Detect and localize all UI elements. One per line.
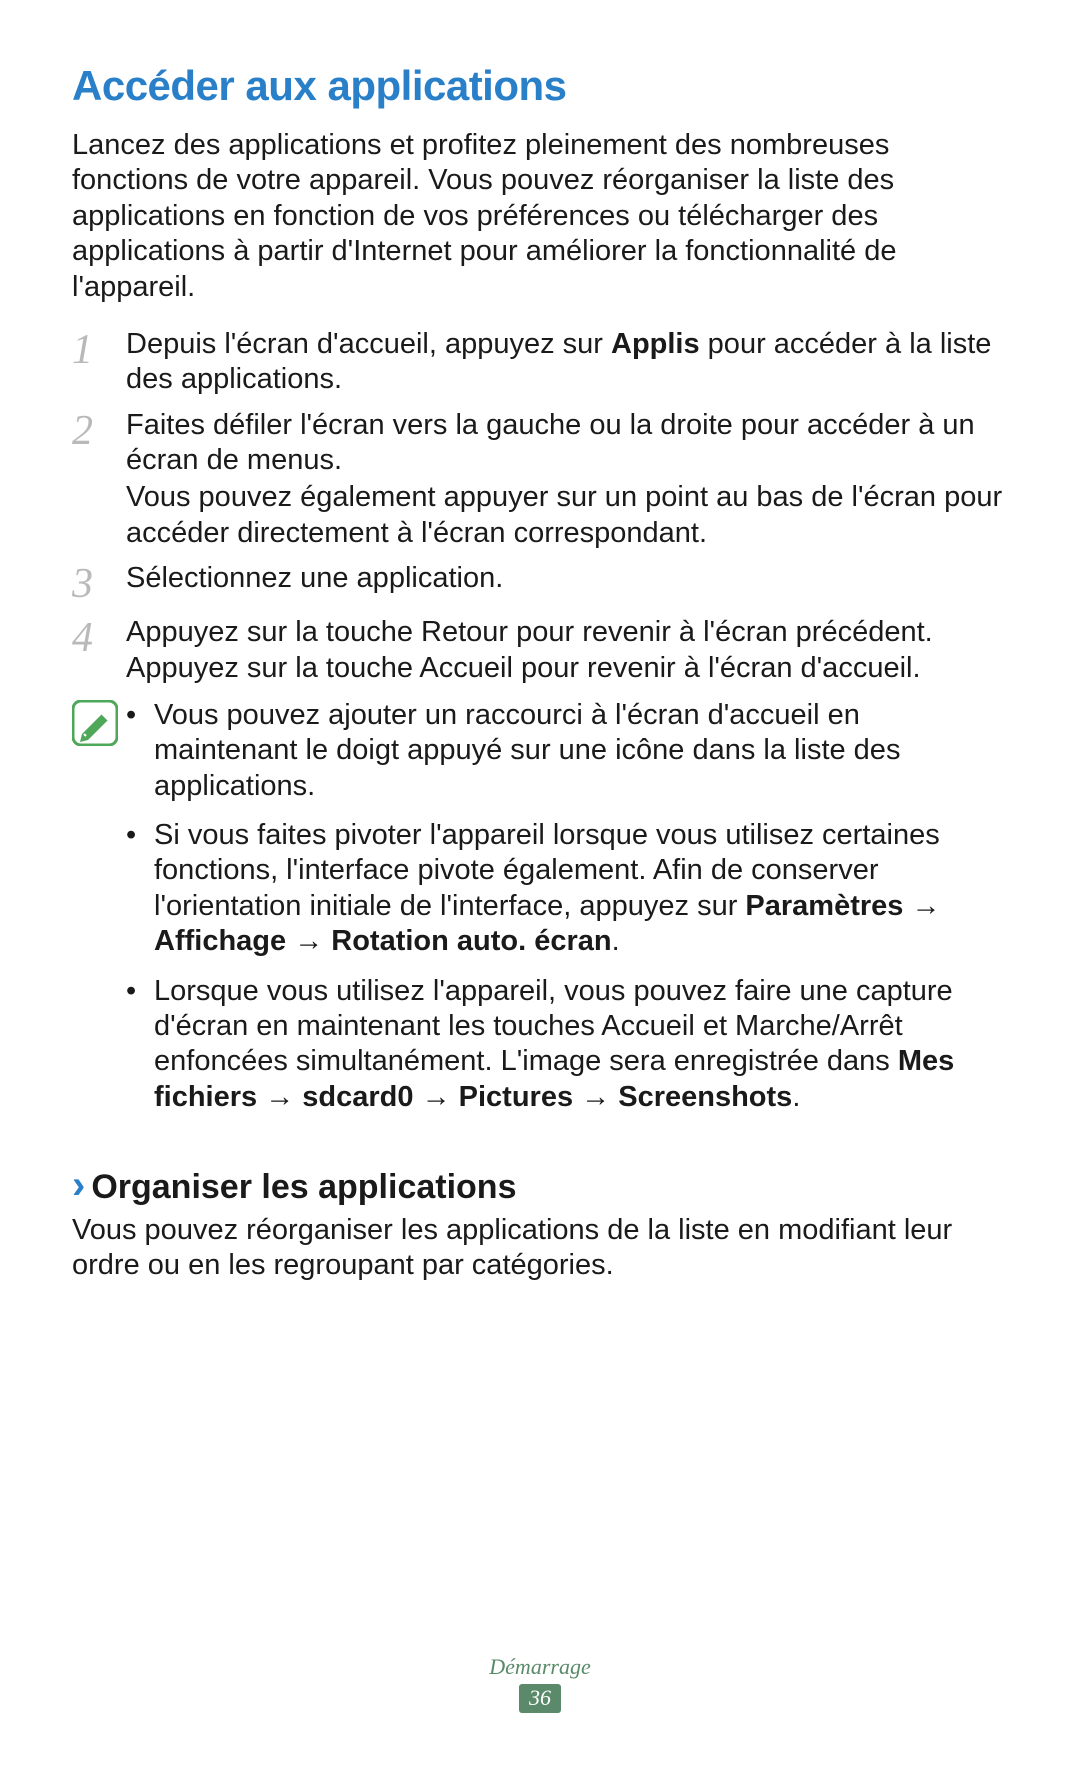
tip-item: Vous pouvez ajouter un raccourci à l'écr…	[126, 698, 1008, 804]
step-4: 4 Appuyez sur la touche Retour pour reve…	[72, 615, 1008, 686]
sub-heading-row: › Organiser les applications	[72, 1165, 1008, 1207]
tip-body: Vous pouvez ajouter un raccourci à l'écr…	[126, 698, 1008, 1129]
page-footer: Démarrage 36	[0, 1654, 1080, 1713]
tip-text: .	[612, 925, 620, 957]
page-title: Accéder aux applications	[72, 62, 1008, 110]
sub-intro: Vous pouvez réorganiser les applications…	[72, 1213, 1008, 1284]
tip-bold: Paramètres	[745, 890, 903, 922]
sub-heading: Organiser les applications	[91, 1168, 516, 1207]
tip-bold: Rotation auto. écran	[331, 925, 611, 957]
step-number: 1	[72, 327, 126, 371]
tip-text: Lorsque vous utilisez l'appareil, vous p…	[154, 975, 953, 1078]
step-3: 3 Sélectionnez une application.	[72, 561, 1008, 605]
step-body: Depuis l'écran d'accueil, appuyez sur Ap…	[126, 327, 1008, 398]
tip-bold: Affichage	[154, 925, 286, 957]
step-text: Vous pouvez également appuyer sur un poi…	[126, 480, 1008, 551]
step-bold: Applis	[611, 328, 700, 360]
tip-item: Si vous faites pivoter l'appareil lorsqu…	[126, 818, 1008, 960]
footer-chapter: Démarrage	[0, 1654, 1080, 1680]
note-icon	[72, 698, 126, 746]
step-text: Faites défiler l'écran vers la gauche ou…	[126, 408, 1008, 479]
step-1: 1 Depuis l'écran d'accueil, appuyez sur …	[72, 327, 1008, 398]
step-number: 2	[72, 408, 126, 452]
arrow-icon: →	[903, 890, 940, 922]
tip-bold: sdcard0	[302, 1081, 413, 1113]
step-body: Faites défiler l'écran vers la gauche ou…	[126, 408, 1008, 552]
step-text: Depuis l'écran d'accueil, appuyez sur	[126, 328, 611, 360]
step-body: Appuyez sur la touche Retour pour reveni…	[126, 615, 1008, 686]
tip-bold: Pictures	[459, 1081, 573, 1113]
tip-text: .	[792, 1081, 800, 1113]
footer-page-number: 36	[519, 1684, 561, 1713]
tip-bold: Screenshots	[618, 1081, 792, 1113]
step-body: Sélectionnez une application.	[126, 561, 503, 596]
arrow-icon: →	[414, 1081, 459, 1113]
chevron-right-icon: ›	[72, 1165, 85, 1205]
tip-item: Lorsque vous utilisez l'appareil, vous p…	[126, 974, 1008, 1116]
intro-paragraph: Lancez des applications et profitez plei…	[72, 128, 1008, 305]
arrow-icon: →	[573, 1081, 618, 1113]
arrow-icon: →	[286, 925, 331, 957]
step-2: 2 Faites défiler l'écran vers la gauche …	[72, 408, 1008, 552]
tip-list: Vous pouvez ajouter un raccourci à l'écr…	[126, 698, 1008, 1115]
tip-block: Vous pouvez ajouter un raccourci à l'écr…	[72, 698, 1008, 1129]
step-text: Appuyez sur la touche Retour pour reveni…	[126, 615, 1008, 686]
arrow-icon: →	[257, 1081, 302, 1113]
step-list: 1 Depuis l'écran d'accueil, appuyez sur …	[72, 327, 1008, 686]
step-number: 3	[72, 561, 126, 605]
step-number: 4	[72, 615, 126, 659]
step-text: Sélectionnez une application.	[126, 561, 503, 596]
